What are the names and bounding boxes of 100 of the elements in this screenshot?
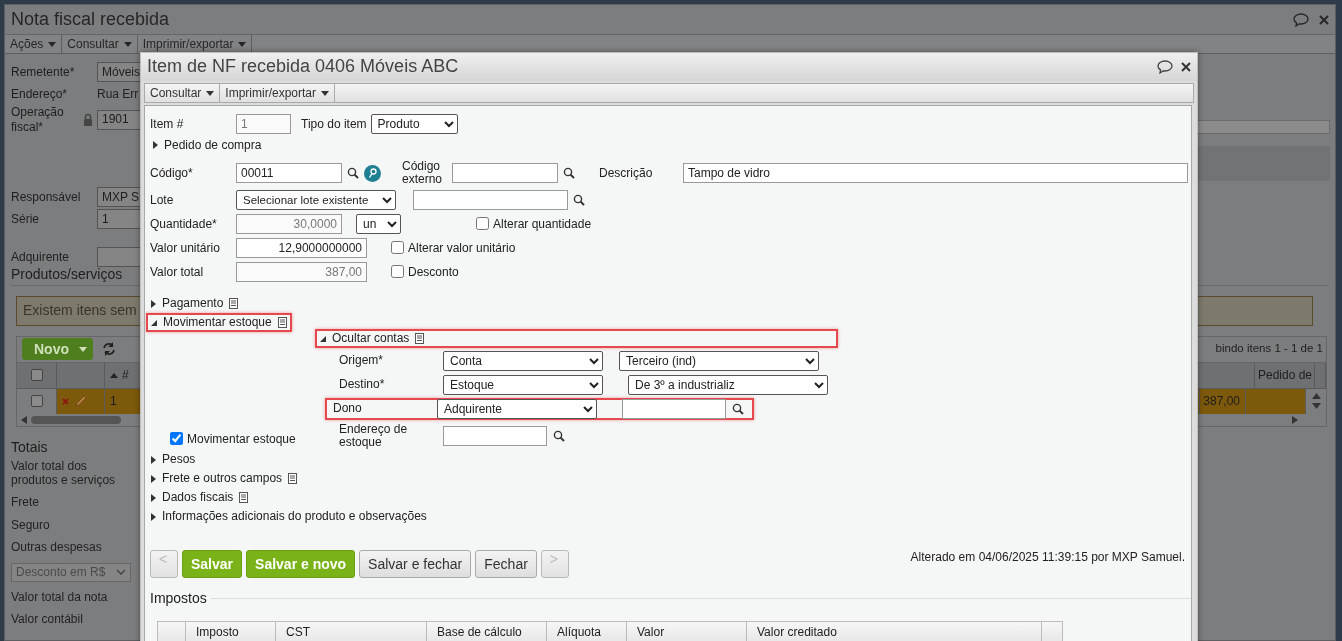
field-label: Seguro [11, 517, 51, 533]
column-header[interactable]: Valor creditado [747, 620, 1042, 641]
scroll-up-icon[interactable] [1311, 393, 1321, 400]
field-label: Descrição [599, 165, 654, 181]
input-field[interactable]: 30,0000 [236, 214, 342, 234]
input-field[interactable] [413, 190, 568, 210]
select-field[interactable]: Adquirente [437, 399, 597, 419]
checkbox[interactable] [170, 432, 183, 446]
note-icon [415, 333, 425, 344]
input-field[interactable]: 00011 [236, 163, 342, 183]
action-button[interactable]: Fechar [475, 550, 537, 578]
caret-icon [206, 90, 215, 96]
window-title: Nota fiscal recebida [11, 8, 170, 31]
select-field[interactable]: un [356, 214, 401, 234]
menu-button[interactable]: Consultar [145, 84, 221, 102]
column-header[interactable]: Imposto [186, 620, 276, 641]
caret-icon [321, 90, 330, 96]
section-toggle[interactable]: Pedido de compra [148, 135, 267, 155]
column-header[interactable]: Base de cálculo [427, 620, 547, 641]
caret-icon [79, 346, 87, 352]
search-icon[interactable] [553, 430, 565, 442]
section-toggle[interactable]: Frete e outros campos [146, 469, 303, 488]
field-label: Dono [333, 402, 363, 416]
refresh-icon[interactable] [101, 342, 117, 357]
scroll-down-icon[interactable] [1311, 403, 1321, 410]
input-field[interactable]: 1 [236, 114, 291, 134]
field-label: Responsável [11, 189, 82, 205]
action-button[interactable]: Salvar e fechar [359, 550, 472, 578]
input-field[interactable] [452, 163, 558, 183]
checkbox[interactable] [476, 217, 489, 231]
note-icon [288, 473, 298, 484]
checkbox-label: Desconto [408, 264, 459, 280]
field-label: Adquirente [11, 249, 71, 265]
checkbox[interactable] [391, 265, 404, 279]
scroll-right-icon[interactable] [1292, 415, 1298, 424]
field-label: Operação fiscal* [11, 105, 65, 134]
input-field[interactable]: Tampo de vidro [683, 163, 1188, 183]
input-field[interactable] [443, 426, 547, 446]
close-icon[interactable] [1181, 62, 1191, 72]
column-header[interactable]: Alíquota [547, 620, 627, 641]
section-toggle[interactable]: Pesos [146, 450, 201, 469]
select-field[interactable]: Terceiro (ind) [619, 351, 819, 371]
search-icon[interactable] [573, 194, 585, 206]
field-label: Tipo do item [301, 116, 367, 132]
pencil-icon[interactable] [75, 395, 87, 408]
menu-button[interactable]: Ações [5, 35, 63, 53]
expand-icon [151, 474, 156, 483]
pin-icon[interactable] [364, 164, 381, 182]
section-toggle[interactable]: Dados fiscais [146, 488, 254, 507]
input-field[interactable]: 12,9000000000 [236, 238, 367, 258]
field-label: Item # [150, 116, 185, 132]
caret-icon [238, 41, 247, 47]
expand-icon [153, 141, 158, 149]
menu-button[interactable]: Imprimir/exportar [220, 84, 336, 102]
column-header[interactable]: CST [276, 620, 427, 641]
field-value: Rua Err [97, 86, 139, 102]
input-field[interactable]: 387,00 [236, 262, 367, 282]
checkbox[interactable] [391, 241, 404, 255]
pager-text: bindo itens 1 - 1 de 1 [1215, 342, 1323, 357]
field-label: Valor total [150, 264, 205, 280]
select-field[interactable]: Estoque [443, 375, 603, 395]
section-toggle[interactable]: Movimentar estoque [146, 313, 292, 332]
select-field[interactable]: Selecionar lote existente [236, 190, 396, 210]
checkbox[interactable] [30, 395, 43, 408]
field-label: Endereço* [11, 86, 69, 102]
menu-button[interactable]: Consultar [62, 35, 138, 53]
section-toggle[interactable]: Ocultar contas [315, 329, 838, 348]
scroll-left-icon[interactable] [21, 415, 27, 424]
lock-icon [83, 113, 93, 126]
audit-text: Alterado em 04/06/2025 11:39:15 por MXP Samuel. [910, 550, 1185, 565]
expand-icon [151, 455, 156, 464]
field-label: Valor unitário [150, 240, 221, 256]
field-label: Endereço de estoque [339, 422, 409, 450]
field-label: Série [11, 211, 40, 227]
comment-icon[interactable] [1157, 60, 1173, 74]
search-icon[interactable] [732, 403, 744, 415]
input-field[interactable] [622, 399, 726, 419]
collapse-icon [151, 319, 157, 326]
column-header[interactable]: Valor [627, 620, 747, 641]
select-field[interactable]: De 3º a industrializ [628, 375, 828, 395]
section-title: Totais [11, 438, 49, 456]
select-field[interactable]: Produto [370, 114, 458, 134]
expand-icon [151, 299, 156, 308]
section-title: Impostos [150, 590, 207, 607]
expand-icon [151, 512, 156, 521]
field-label: Outras despesas [11, 540, 103, 555]
field-label: Lote [150, 192, 175, 208]
sort-icon [110, 372, 118, 378]
section-toggle[interactable]: Informações adicionais do produto e observações [146, 507, 432, 526]
search-icon[interactable] [563, 167, 575, 179]
field-label: Valor total da nota [11, 589, 109, 604]
field-label: Remetente* [11, 64, 76, 80]
note-icon [239, 492, 249, 503]
select-field[interactable]: Conta [443, 351, 603, 371]
comment-icon[interactable] [1293, 12, 1309, 27]
search-icon[interactable] [347, 167, 359, 179]
scrollbar-thumb[interactable] [31, 415, 121, 424]
checkbox[interactable] [30, 369, 43, 382]
section-toggle[interactable]: Pagamento [146, 294, 244, 313]
note-icon [277, 317, 287, 328]
